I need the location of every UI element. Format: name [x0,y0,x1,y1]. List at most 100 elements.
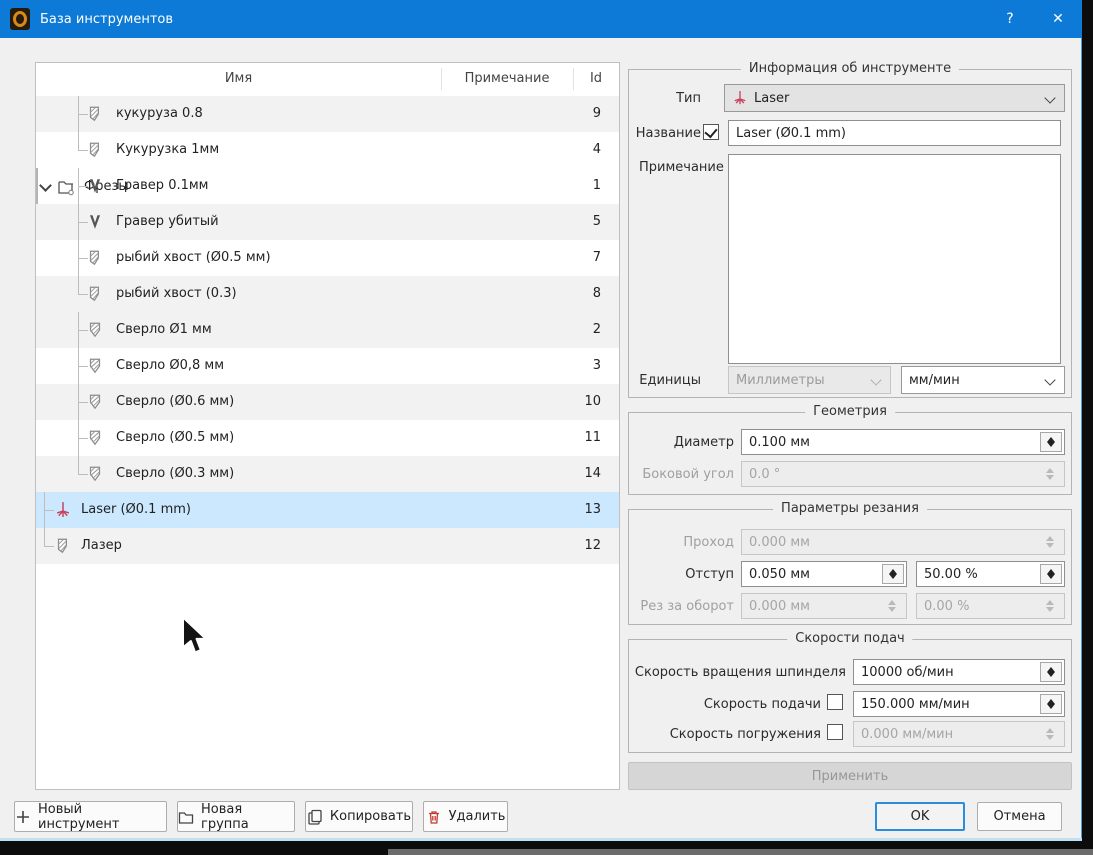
trash-icon [426,809,442,825]
spinner-arrows-icon[interactable] [1040,662,1062,682]
spinner-arrows-icon[interactable] [882,564,904,584]
stepover-value: 0.050 мм [749,566,810,582]
tree-item-id: 3 [592,358,601,373]
spinner-arrows-icon [1040,724,1062,744]
mill-icon [86,141,104,159]
copy-label: Копировать [329,809,412,824]
spinner-arrows-icon [1040,464,1062,484]
units-select: Миллиметры [728,366,891,394]
group-title: Геометрия [805,404,895,419]
tree-item-id: 5 [592,214,601,229]
copy-button[interactable]: Копировать [305,801,413,832]
type-select[interactable]: Laser [724,84,1065,112]
diameter-value: 0.100 мм [749,434,810,450]
tree-guide [78,276,79,294]
feed-units-select[interactable]: мм/мин [901,366,1065,394]
tree-tool-row[interactable]: кукуруза 0.8 9 [36,96,619,132]
stepover-percent-value: 50.00 % [924,566,978,582]
tree-guide [44,546,54,547]
drill-icon [86,357,104,375]
tree-item-label: рыбий хвост (0.3) [116,286,237,301]
tree-tool-row[interactable]: Сверло (Ø0.5 мм) 11 [36,420,619,456]
spinner-arrows-icon[interactable] [1040,564,1062,584]
titlebar[interactable]: База инструментов ? ✕ [0,0,1082,38]
stepover-label: Отступ [685,567,734,582]
feed-rate-checkbox[interactable] [827,694,843,710]
tree-item-label: Сверло Ø1 мм [116,322,212,337]
spinner-arrows-icon[interactable] [1040,694,1062,714]
spinner-arrows-icon[interactable] [1040,432,1062,452]
laser-tool-icon [732,90,748,106]
group-title: Параметры резания [773,501,927,516]
app-logo-icon [10,8,30,30]
tree-tool-row[interactable]: Гравер 0.1мм 1 [36,168,619,204]
units-label: Единицы [639,373,701,388]
cancel-label: Отмена [993,809,1046,824]
tree-item-label: Гравер 0.1мм [116,178,209,193]
tool-tree-rows: кукурузыкукуруза 0.89Кукурузка 1мм4Фрезы… [36,96,619,789]
note-label: Примечание [639,160,724,175]
feed-units-value: мм/мин [909,372,960,388]
side-angle-label: Боковой угол [642,467,734,482]
ok-button[interactable]: OK [875,802,965,831]
chevron-down-icon [1044,92,1056,104]
tool-tree: Имя Примечание Id кукурузыкукуруза 0.89К… [35,62,620,790]
tree-tool-row[interactable]: Сверло (Ø0.6 мм) 10 [36,384,619,420]
diameter-label: Диаметр [673,435,734,450]
stepover-input[interactable]: 0.050 мм [741,561,907,587]
tree-tool-row[interactable]: Laser (Ø0.1 mm) 13 [36,492,619,528]
drill-icon [86,465,104,483]
window-bottom-edge [0,838,1082,841]
tree-tool-row[interactable]: рыбий хвост (Ø0.5 мм) 7 [36,240,619,276]
diameter-input[interactable]: 0.100 мм [741,429,1065,455]
note-textarea[interactable] [728,154,1061,364]
name-input[interactable]: Laser (Ø0.1 mm) [728,120,1061,146]
tree-item-label: Сверло (Ø0.5 мм) [116,430,235,445]
chevron-down-icon [1044,374,1056,386]
help-button[interactable]: ? [986,0,1034,38]
drill-icon [86,429,104,447]
tree-tool-row[interactable]: Лазер 12 [36,528,619,564]
cancel-button[interactable]: Отмена [977,802,1062,831]
mill-icon [86,105,104,123]
column-header-id[interactable]: Id [573,71,619,86]
tree-item-label: Кукурузка 1мм [116,142,220,157]
tree-tool-row[interactable]: Гравер убитый 5 [36,204,619,240]
plunge-rate-value: 0.000 мм/мин [861,726,954,742]
stepover-percent-input[interactable]: 50.00 % [916,561,1065,587]
delete-button[interactable]: Удалить [423,801,508,832]
tree-tool-row[interactable]: Сверло Ø1 мм 2 [36,312,619,348]
feed-rate-input[interactable]: 150.000 мм/мин [853,691,1065,717]
tree-tool-row[interactable]: Сверло Ø0,8 мм 3 [36,348,619,384]
plunge-rate-checkbox[interactable] [827,724,843,740]
column-header-name[interactable]: Имя [36,71,441,86]
spindle-speed-input[interactable]: 10000 об/мин [853,659,1065,685]
close-button[interactable]: ✕ [1034,0,1082,38]
cut-per-rev-label: Рез за оборот [640,599,734,614]
tool-database-dialog: База инструментов ? ✕ Имя Примечание Id … [0,0,1082,841]
tree-tool-row[interactable]: рыбий хвост (0.3) 8 [36,276,619,312]
copy-icon [307,809,323,825]
chevron-down-icon [870,374,882,386]
tree-item-id: 7 [592,250,601,265]
units-value: Миллиметры [736,372,825,388]
feed-rate-value: 150.000 мм/мин [861,696,970,712]
laser-icon [54,501,72,519]
tree-item-label: Лазер [81,538,122,553]
pass-label: Проход [683,535,734,550]
spinner-arrows-icon [882,596,904,616]
cut-per-rev-percent-value: 0.00 % [924,598,970,614]
tree-item-id: 14 [584,466,601,481]
feed-rate-label: Скорость подачи [703,697,821,712]
spindle-speed-label: Скорость вращения шпинделя [634,665,846,680]
tree-item-id: 12 [584,538,601,553]
column-header-note[interactable]: Примечание [441,71,573,86]
tree-item-id: 11 [584,430,601,445]
tree-tool-row[interactable]: Кукурузка 1мм 4 [36,132,619,168]
new-group-button[interactable]: Новая группа [177,801,295,832]
new-tool-button[interactable]: Новый инструмент [14,801,167,832]
tree-tool-row[interactable]: Сверло (Ø0.3 мм) 14 [36,456,619,492]
tree-guide [78,456,79,474]
name-checkbox[interactable] [703,124,719,140]
screen: База инструментов ? ✕ Имя Примечание Id … [0,0,1093,855]
